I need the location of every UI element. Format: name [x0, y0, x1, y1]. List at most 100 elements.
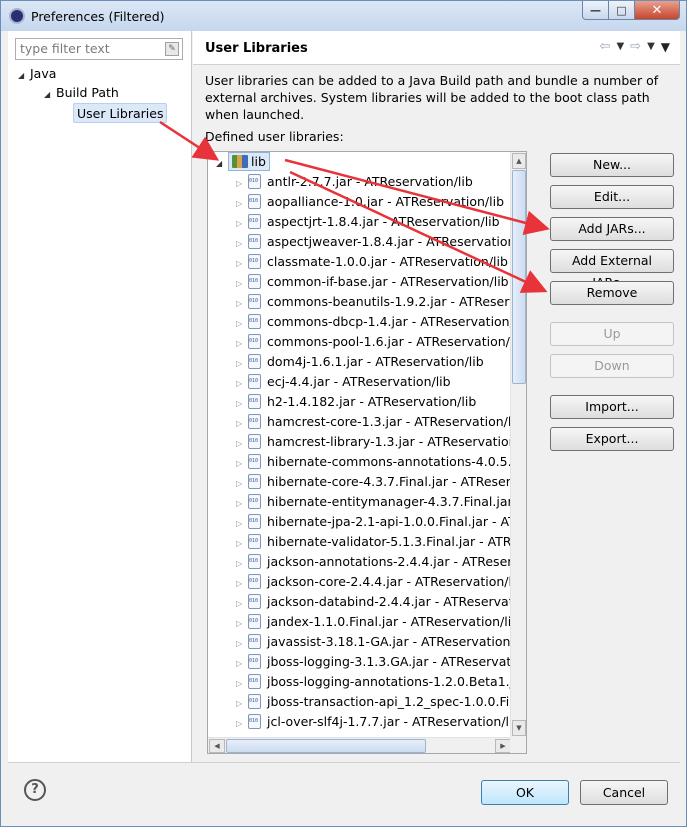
close-button[interactable]: ✕	[635, 1, 680, 20]
collapsed-arrow-icon[interactable]: ▷	[236, 334, 248, 354]
scroll-right-icon[interactable]: ▶	[495, 739, 511, 753]
tree-item-build-path[interactable]: ◢ Build Path	[44, 83, 119, 103]
jar-list-item[interactable]: ▷ commons-pool-1.6.jar - ATReservation/li…	[236, 332, 512, 352]
jar-list-item[interactable]: ▷ h2-1.4.182.jar - ATReservation/lib	[236, 392, 476, 412]
jar-list-item[interactable]: ▷ jboss-logging-3.1.3.GA.jar - ATReservat…	[236, 652, 512, 672]
up-button[interactable]: Up	[550, 322, 674, 346]
tree-item-user-libraries[interactable]: User Libraries	[73, 103, 168, 123]
jar-icon	[248, 334, 261, 349]
add-external-jars-button[interactable]: Add External JARs...	[550, 249, 674, 290]
jar-list-item[interactable]: ▷ jboss-transaction-api_1.2_spec-1.0.0.Fi…	[236, 692, 512, 712]
tree-item-java[interactable]: ◢ Java	[18, 64, 56, 84]
jar-list-item[interactable]: ▷ hamcrest-core-1.3.jar - ATReservation/l…	[236, 412, 512, 432]
clear-filter-icon[interactable]: ✎	[165, 42, 179, 56]
expanded-arrow-icon[interactable]: ◢	[216, 154, 228, 174]
jar-list-item[interactable]: ▷ antlr-2.7.7.jar - ATReservation/lib	[236, 172, 473, 192]
collapsed-arrow-icon[interactable]: ▷	[236, 694, 248, 714]
collapsed-arrow-icon[interactable]: ▷	[236, 254, 248, 274]
jar-list-item[interactable]: ▷ hibernate-entitymanager-4.3.7.Final.jar…	[236, 492, 512, 512]
vertical-scroll-thumb[interactable]	[512, 170, 526, 384]
horizontal-scrollbar[interactable]: ◀ ▶	[208, 737, 512, 753]
collapsed-arrow-icon[interactable]: ▷	[236, 274, 248, 294]
vertical-scrollbar[interactable]: ▲ ▼	[510, 152, 526, 737]
collapsed-arrow-icon[interactable]: ▷	[236, 554, 248, 574]
edit-button[interactable]: Edit...	[550, 185, 674, 209]
jar-list-item[interactable]: ▷ hibernate-commons-annotations-4.0.5.Fin…	[236, 452, 512, 472]
jar-list-item[interactable]: ▷ jandex-1.1.0.Final.jar - ATReservation/…	[236, 612, 512, 632]
new-button[interactable]: New...	[550, 153, 674, 177]
jar-list-item[interactable]: ▷ hamcrest-library-1.3.jar - ATReservatio…	[236, 432, 512, 452]
page-header: User Libraries ⇦ ▼ ⇨ ▼ ▼	[193, 31, 680, 65]
scroll-down-icon[interactable]: ▼	[512, 720, 526, 736]
collapsed-arrow-icon[interactable]: ▷	[236, 314, 248, 334]
back-menu-icon[interactable]: ▼	[616, 41, 624, 54]
maximize-button[interactable]: □	[609, 1, 635, 20]
jar-list-item[interactable]: ▷ dom4j-1.6.1.jar - ATReservation/lib	[236, 352, 484, 372]
collapsed-arrow-icon[interactable]: ▷	[236, 434, 248, 454]
jar-list-item[interactable]: ▷ aspectjweaver-1.8.4.jar - ATReservation…	[236, 232, 512, 252]
jar-list-item[interactable]: ▷ javassist-3.18.1-GA.jar - ATReservation…	[236, 632, 512, 652]
back-arrow-icon[interactable]: ⇦	[600, 39, 611, 54]
collapsed-arrow-icon[interactable]: ▷	[236, 174, 248, 194]
collapsed-arrow-icon[interactable]: ▷	[236, 714, 248, 734]
collapsed-arrow-icon[interactable]: ▷	[236, 294, 248, 314]
jar-list-item[interactable]: ▷ commons-beanutils-1.9.2.jar - ATReserva…	[236, 292, 512, 312]
collapsed-arrow-icon[interactable]: ▷	[236, 474, 248, 494]
collapsed-arrow-icon[interactable]: ▷	[236, 574, 248, 594]
jar-list-item[interactable]: ▷ hibernate-validator-5.1.3.Final.jar - A…	[236, 532, 512, 552]
library-node-lib[interactable]: ◢ lib	[216, 152, 270, 172]
dialog-body: type filter text ✎ ◢ Java ◢ Build Path Use…	[8, 31, 680, 762]
horizontal-scroll-thumb[interactable]	[226, 739, 426, 753]
jar-list-item[interactable]: ▷ jackson-core-2.4.4.jar - ATReservation/…	[236, 572, 512, 592]
remove-button[interactable]: Remove	[550, 281, 674, 305]
collapsed-arrow-icon[interactable]: ▷	[236, 614, 248, 634]
cancel-button[interactable]: Cancel	[580, 780, 668, 805]
collapsed-arrow-icon[interactable]: ▷	[236, 354, 248, 374]
export-button[interactable]: Export...	[550, 427, 674, 451]
ok-button[interactable]: OK	[481, 780, 569, 805]
collapsed-arrow-icon[interactable]: ▷	[236, 214, 248, 234]
collapsed-arrow-icon[interactable]: ▷	[236, 674, 248, 694]
jar-list-item[interactable]: ▷ common-if-base.jar - ATReservation/lib	[236, 272, 509, 292]
forward-menu-icon[interactable]: ▼	[647, 41, 655, 54]
collapsed-arrow-icon[interactable]: ▷	[236, 494, 248, 514]
jar-list-item[interactable]: ▷ jcl-over-slf4j-1.7.7.jar - ATReservatio…	[236, 712, 512, 732]
jar-list-item[interactable]: ▷ hibernate-core-4.3.7.Final.jar - ATRese…	[236, 472, 512, 492]
title-bar[interactable]: Preferences (Filtered) — □ ✕	[1, 1, 686, 31]
expanded-arrow-icon[interactable]: ◢	[18, 66, 30, 86]
down-button[interactable]: Down	[550, 354, 674, 378]
jar-list-item[interactable]: ▷ classmate-1.0.0.jar - ATReservation/lib	[236, 252, 508, 272]
scroll-left-icon[interactable]: ◀	[209, 739, 225, 753]
library-list: ◢ lib ▷ antlr-2.7.7.jar - ATReservation/li…	[208, 152, 512, 737]
jar-list-item[interactable]: ▷ hibernate-jpa-2.1-api-1.0.0.Final.jar -…	[236, 512, 512, 532]
import-button[interactable]: Import...	[550, 395, 674, 419]
jar-list-item[interactable]: ▷ jackson-annotations-2.4.4.jar - ATReser…	[236, 552, 512, 572]
scroll-up-icon[interactable]: ▲	[512, 153, 526, 169]
expanded-arrow-icon[interactable]: ◢	[44, 85, 56, 105]
add-jars-button[interactable]: Add JARs...	[550, 217, 674, 241]
collapsed-arrow-icon[interactable]: ▷	[236, 394, 248, 414]
collapsed-arrow-icon[interactable]: ▷	[236, 454, 248, 474]
collapsed-arrow-icon[interactable]: ▷	[236, 534, 248, 554]
forward-arrow-icon[interactable]: ⇨	[630, 39, 641, 54]
jar-list-item[interactable]: ▷ jboss-logging-annotations-1.2.0.Beta1.j…	[236, 672, 512, 692]
view-menu-icon[interactable]: ▼	[661, 40, 670, 54]
collapsed-arrow-icon[interactable]: ▷	[236, 234, 248, 254]
collapsed-arrow-icon[interactable]: ▷	[236, 634, 248, 654]
collapsed-arrow-icon[interactable]: ▷	[236, 414, 248, 434]
minimize-button[interactable]: —	[582, 1, 609, 20]
collapsed-arrow-icon[interactable]: ▷	[236, 654, 248, 674]
filter-input[interactable]: type filter text ✎	[15, 38, 183, 60]
user-libraries-tree[interactable]: ◢ lib ▷ antlr-2.7.7.jar - ATReservation/li…	[207, 151, 527, 754]
collapsed-arrow-icon[interactable]: ▷	[236, 194, 248, 214]
collapsed-arrow-icon[interactable]: ▷	[236, 514, 248, 534]
collapsed-arrow-icon[interactable]: ▷	[236, 374, 248, 394]
jar-list-item[interactable]: ▷ aspectjrt-1.8.4.jar - ATReservation/lib	[236, 212, 500, 232]
collapsed-arrow-icon[interactable]: ▷	[236, 594, 248, 614]
jar-list-item[interactable]: ▷ aopalliance-1.0.jar - ATReservation/lib	[236, 192, 504, 212]
library-label[interactable]: lib	[228, 152, 270, 171]
jar-list-item[interactable]: ▷ jackson-databind-2.4.4.jar - ATReservat…	[236, 592, 512, 612]
jar-list-item[interactable]: ▷ commons-dbcp-1.4.jar - ATReservation/li…	[236, 312, 512, 332]
help-icon[interactable]: ?	[24, 779, 46, 801]
jar-list-item[interactable]: ▷ ecj-4.4.jar - ATReservation/lib	[236, 372, 451, 392]
